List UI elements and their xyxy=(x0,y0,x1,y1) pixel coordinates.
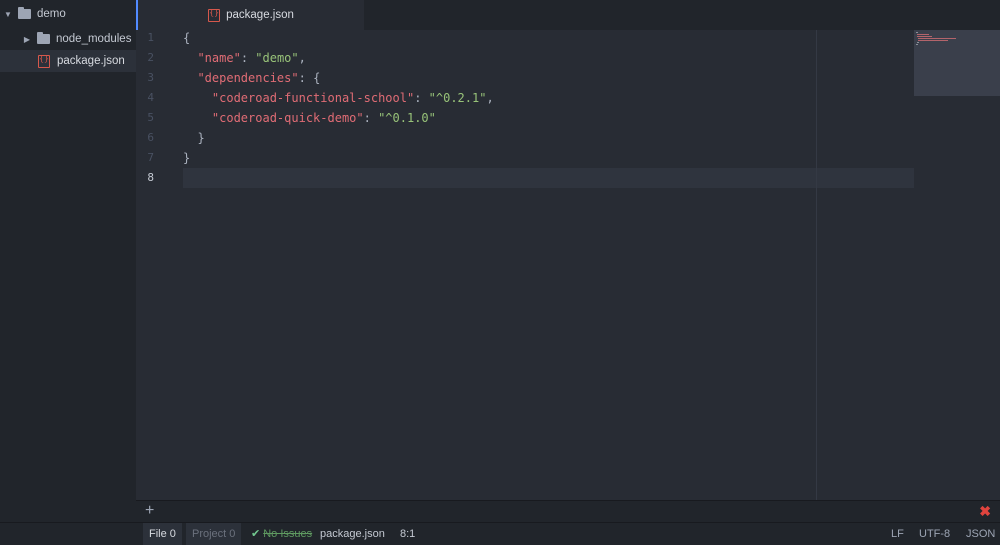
code-line-2: "name": "demo", xyxy=(183,48,306,68)
line-number: 4 xyxy=(147,91,154,104)
code-punct: : xyxy=(240,51,256,65)
minimap-line xyxy=(916,44,918,45)
json-string: "^0.1.0" xyxy=(378,111,436,125)
json-key: "dependencies" xyxy=(197,71,299,85)
code-punct: { xyxy=(313,71,321,85)
chevron-right-icon[interactable]: ▶ xyxy=(22,35,32,44)
minimap-line xyxy=(916,32,918,33)
line-number: 3 xyxy=(147,71,154,84)
minimap-line xyxy=(918,40,948,41)
tab-bar: package.json xyxy=(136,0,1000,30)
chevron-down-icon[interactable]: ▼ xyxy=(3,10,13,19)
code-punct: : xyxy=(363,111,379,125)
minimap-line xyxy=(918,38,956,39)
line-number: 1 xyxy=(147,31,154,44)
code-line-4: "coderoad-functional-school": "^0.2.1", xyxy=(183,88,494,108)
plus-icon[interactable]: + xyxy=(145,501,154,521)
status-grammar[interactable]: JSON xyxy=(966,523,995,545)
tree-item-package-json[interactable]: package.json xyxy=(0,50,136,72)
status-line-ending[interactable]: LF xyxy=(891,523,904,545)
status-encoding[interactable]: UTF-8 xyxy=(919,523,950,545)
panel-toggle-bar: + ✖ xyxy=(136,500,1000,522)
code-line-5: "coderoad-quick-demo": "^0.1.0" xyxy=(183,108,436,128)
tab-label: package.json xyxy=(226,9,294,21)
code-line-6: } xyxy=(183,128,205,148)
code-punct: : xyxy=(298,71,314,85)
json-string: "^0.2.1" xyxy=(428,91,487,105)
line-number: 6 xyxy=(147,131,154,144)
code-punct: } xyxy=(183,151,191,165)
json-key: "coderoad-functional-school" xyxy=(211,91,415,105)
json-string: "demo" xyxy=(255,51,299,65)
code-line-7: } xyxy=(183,148,190,168)
tab-package-json[interactable]: package.json xyxy=(136,0,364,30)
line-number: 2 xyxy=(147,51,154,64)
minimap-line xyxy=(917,36,932,37)
tree-item-label: package.json xyxy=(57,55,125,67)
cursor-line-highlight xyxy=(183,168,914,188)
wrap-guide xyxy=(816,30,817,500)
json-file-icon xyxy=(38,54,50,68)
status-lint-label: No Issues xyxy=(263,528,313,540)
json-file-icon xyxy=(208,8,221,22)
code-punct: { xyxy=(183,31,191,45)
code-line-3: "dependencies": { xyxy=(183,68,320,88)
code-punct: , xyxy=(486,91,494,105)
code-line-1: { xyxy=(183,28,190,48)
minimap-line xyxy=(917,42,919,43)
tree-item-node-modules[interactable]: ▶ node_modules xyxy=(0,28,136,50)
close-icon[interactable]: ✖ xyxy=(979,501,991,521)
tree-view: ▼ demo ▶ node_modules package.json xyxy=(0,0,136,500)
status-file-tab[interactable]: File 0 xyxy=(143,523,182,545)
line-number-gutter[interactable]: 1 2 3 4 5 6 7 8 xyxy=(136,30,176,500)
line-number-active: 8 xyxy=(147,171,154,184)
code-punct: , xyxy=(298,51,306,65)
json-key: "coderoad-quick-demo" xyxy=(211,111,364,125)
status-filename[interactable]: package.json xyxy=(320,523,385,545)
status-bar: File 0 Project 0 ✔ No Issues package.json… xyxy=(0,522,1000,545)
status-project-tab[interactable]: Project 0 xyxy=(186,523,242,545)
editor-pane[interactable]: 1 2 3 4 5 6 7 8 { "name": "demo", "depen… xyxy=(136,30,1000,500)
checkmark-icon: ✔ xyxy=(251,528,261,540)
tree-root-label: demo xyxy=(37,8,66,20)
status-lint[interactable]: ✔ No Issues xyxy=(251,523,312,545)
minimap-line xyxy=(917,34,929,35)
tree-item-label: node_modules xyxy=(56,33,132,45)
code-punct: } xyxy=(197,131,205,145)
line-number: 5 xyxy=(147,111,154,124)
status-cursor-position[interactable]: 8:1 xyxy=(400,523,415,545)
line-number: 7 xyxy=(147,151,154,164)
folder-icon xyxy=(37,32,50,44)
code-punct: : xyxy=(414,91,429,105)
tree-root-demo[interactable]: ▼ demo xyxy=(0,3,136,25)
json-key: "name" xyxy=(197,51,241,65)
minimap[interactable] xyxy=(914,30,1000,96)
folder-icon xyxy=(18,7,31,19)
